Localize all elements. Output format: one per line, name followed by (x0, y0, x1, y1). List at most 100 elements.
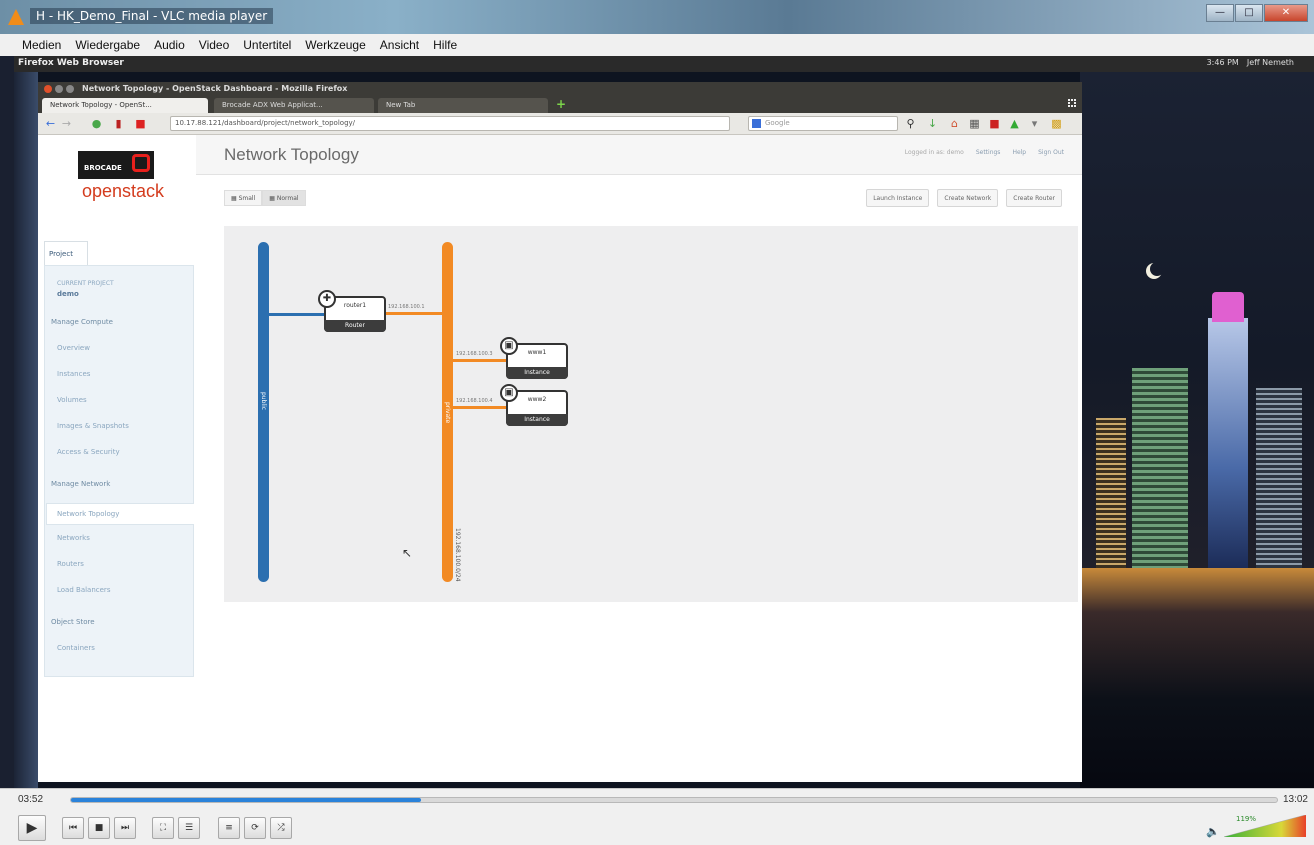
addon-green-icon[interactable]: ▲ (1008, 117, 1021, 130)
desktop-wallpaper-left (14, 72, 38, 788)
video-area[interactable]: Firefox Web Browser 3:46 PM Jeff Nemeth … (14, 56, 1314, 788)
home-button-icon[interactable]: ⌂ (948, 117, 961, 130)
settings-link[interactable]: Settings (976, 149, 1001, 156)
back-arrow-icon[interactable]: ← (44, 117, 57, 130)
address-bar[interactable]: 10.17.88.121/dashboard/project/network_t… (170, 116, 730, 131)
network-private[interactable]: private 192.168.100.0/24 (442, 242, 461, 582)
tab-groups-icon[interactable] (1068, 99, 1076, 107)
window-controls: — □ ✕ (1206, 4, 1308, 22)
tab-network-topology[interactable]: Network Topology - OpenSt... (42, 98, 208, 113)
building (1132, 368, 1188, 568)
tab-brocade-adx[interactable]: Brocade ADX Web Applicat... (214, 98, 374, 113)
building (1096, 418, 1126, 568)
create-router-button[interactable]: Create Router (1006, 189, 1062, 207)
search-bar[interactable]: Google (748, 116, 898, 131)
firefox-maximize-icon[interactable] (66, 85, 74, 93)
next-button[interactable]: ⏭ (114, 817, 136, 839)
small-view-button[interactable]: ▦ Small (224, 190, 263, 206)
loop-button[interactable]: ⟳ (244, 817, 266, 839)
firefox-minimize-icon[interactable] (55, 85, 63, 93)
menu-medien[interactable]: Medien (22, 38, 61, 52)
menu-audio[interactable]: Audio (154, 38, 185, 52)
play-button[interactable]: ▶ (18, 815, 46, 841)
brocade-logo[interactable]: BROCADE (78, 151, 154, 179)
router-node[interactable]: ✚ router1 Router (318, 290, 386, 332)
sidebar-item-access-security[interactable]: Access & Security (57, 448, 120, 456)
addon-icon[interactable]: ▦ (968, 117, 981, 130)
search-icon[interactable]: ⚲ (904, 117, 917, 130)
page-header: Network Topology Logged in as: demo Sett… (196, 135, 1082, 175)
desktop-status-area: 3:46 PM Jeff Nemeth (1207, 58, 1294, 67)
total-time[interactable]: 13:02 (1283, 794, 1308, 805)
addon-red-icon[interactable]: ■ (988, 117, 1001, 130)
tab-project[interactable]: Project (44, 241, 88, 265)
seek-bar[interactable] (70, 797, 1278, 803)
firefox-title: Network Topology - OpenStack Dashboard -… (82, 84, 348, 93)
small-view-label: Small (238, 195, 256, 202)
network-public[interactable]: public (258, 242, 269, 582)
stop-button[interactable]: ■ (88, 817, 110, 839)
menu-untertitel[interactable]: Untertitel (243, 38, 291, 52)
menu-chevron-down-icon[interactable]: ▾ (1028, 117, 1041, 130)
speaker-icon[interactable]: 🔈 (1206, 825, 1220, 838)
brand-top: BROCADE (84, 164, 122, 172)
menu-wiedergabe[interactable]: Wiedergabe (75, 38, 140, 52)
instance-type-label: Instance (506, 414, 568, 426)
sidebar-item-routers[interactable]: Routers (57, 560, 84, 568)
download-icon[interactable]: ↓ (926, 117, 939, 130)
menu-werkzeuge[interactable]: Werkzeuge (305, 38, 365, 52)
sidebar-item-volumes[interactable]: Volumes (57, 396, 87, 404)
fullscreen-button[interactable]: ⛶ (152, 817, 174, 839)
extended-settings-button[interactable]: ☰ (178, 817, 200, 839)
forward-arrow-icon[interactable]: → (60, 117, 73, 130)
launch-instance-button[interactable]: Launch Instance (866, 189, 930, 207)
menu-ansicht[interactable]: Ansicht (380, 38, 419, 52)
ublock-icon[interactable]: ■ (134, 117, 147, 130)
www2-link (452, 406, 508, 409)
router-private-link (384, 312, 444, 315)
close-button[interactable]: ✕ (1264, 4, 1308, 22)
search-placeholder: Google (765, 119, 790, 127)
sidebar-item-network-topology[interactable]: Network Topology (46, 503, 194, 525)
home-icon[interactable]: ● (90, 117, 103, 130)
network-topology-canvas[interactable]: public private 192.168.100.0/24 192.168.… (224, 226, 1078, 602)
instance-node-www1[interactable]: ▣ www1 Instance (500, 337, 568, 379)
tab-new-tab[interactable]: New Tab (378, 98, 548, 113)
new-tab-plus-icon[interactable]: + (556, 98, 566, 110)
city-wallpaper (1080, 72, 1314, 788)
sidebar-item-networks[interactable]: Networks (57, 534, 90, 542)
instance-node-www2[interactable]: ▣ www2 Instance (500, 384, 568, 426)
previous-button[interactable]: ⏮ (62, 817, 84, 839)
current-project-select[interactable]: demo (57, 290, 79, 298)
sidebar-nav-panel: CURRENT PROJECT demo Manage Compute Over… (44, 265, 194, 677)
mouse-cursor-icon: ↖ (402, 546, 413, 560)
menu-video[interactable]: Video (199, 38, 229, 52)
maximize-button[interactable]: □ (1235, 4, 1263, 22)
addon-yellow-icon[interactable]: ▩ (1050, 117, 1063, 130)
minimize-button[interactable]: — (1206, 4, 1234, 22)
normal-view-button[interactable]: ▦ Normal (262, 190, 306, 206)
playlist-button[interactable]: ≡ (218, 817, 240, 839)
menu-hilfe[interactable]: Hilfe (433, 38, 457, 52)
sidebar-item-images[interactable]: Images & Snapshots (57, 422, 129, 430)
building (1256, 388, 1302, 568)
sidebar-item-overview[interactable]: Overview (57, 344, 90, 352)
current-project-label: CURRENT PROJECT (57, 280, 114, 287)
openstack-dashboard: BROCADE openstack Project CURRENT PROJEC… (38, 135, 1082, 782)
help-link[interactable]: Help (1012, 149, 1026, 156)
sign-out-link[interactable]: Sign Out (1038, 149, 1064, 156)
firefox-close-icon[interactable] (44, 85, 52, 93)
sidebar-item-load-balancers[interactable]: Load Balancers (57, 586, 110, 594)
firefox-tab-bar: Network Topology - OpenSt... Brocade ADX… (38, 96, 1082, 113)
section-manage-compute: Manage Compute (51, 318, 113, 326)
sidebar-item-instances[interactable]: Instances (57, 370, 90, 378)
random-button[interactable]: ⤮ (270, 817, 292, 839)
volume-slider[interactable] (1224, 815, 1306, 837)
create-network-button[interactable]: Create Network (937, 189, 999, 207)
main-content: Network Topology Logged in as: demo Sett… (196, 135, 1082, 782)
header-links: Logged in as: demo Settings Help Sign Ou… (905, 149, 1064, 156)
shield-icon[interactable]: ▮ (112, 117, 125, 130)
sidebar-item-containers[interactable]: Containers (57, 644, 95, 652)
router-ip-label: 192.168.100.1 (388, 304, 425, 310)
search-engine-icon[interactable] (752, 119, 761, 128)
